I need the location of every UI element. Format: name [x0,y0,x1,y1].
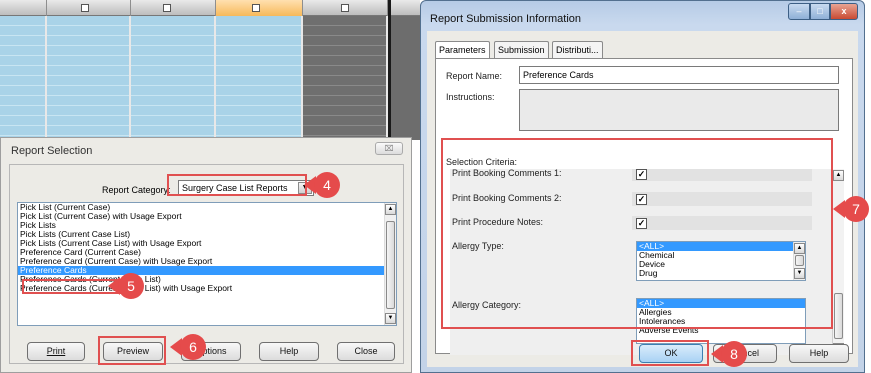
scrollbar-thumb[interactable] [386,221,395,309]
close-icon[interactable]: ⌧ [375,142,403,155]
grid-column [303,16,388,140]
grid-divider [388,0,391,140]
grid-column [216,16,303,140]
help-button[interactable]: Help [259,342,319,361]
highlight-report-category [167,174,307,196]
grid-header-cell [303,0,388,16]
column-checkbox[interactable] [252,4,260,12]
help-button-label: Help [279,346,299,356]
grid-column [47,16,131,140]
column-checkbox[interactable] [81,4,89,12]
step-8-badge: 8 [721,341,747,367]
report-category-label: Report Category: [102,185,171,195]
close-button-label: Close [354,346,378,356]
step-4-badge: 4 [314,172,340,198]
report-list-item[interactable]: Pick List (Current Case) with Usage Expo… [18,212,396,221]
scroll-down-icon[interactable]: ▼ [385,313,396,324]
print-button-label: Print [46,346,66,356]
print-button[interactable]: Print [27,342,85,361]
grid-header-cell [0,0,47,16]
highlight-preview-button [98,336,166,365]
column-checkbox[interactable] [163,4,171,12]
tab-parameters[interactable]: Parameters [435,41,490,59]
grid-column [131,16,216,140]
grid-header-cell-selected [216,0,303,16]
report-selection-title: Report Selection [11,145,93,157]
step-5-badge: 5 [118,273,144,299]
scroll-up-icon[interactable]: ▲ [833,170,844,181]
report-name-field[interactable]: Preference Cards [519,66,839,84]
instructions-field[interactable] [519,89,839,131]
step-6-badge: 6 [180,334,206,360]
background-grid [0,0,420,140]
scroll-up-icon[interactable]: ▲ [385,204,396,215]
instructions-label: Instructions: [446,92,495,102]
highlight-selection-criteria [441,138,833,329]
help-button[interactable]: Help [789,344,849,363]
highlight-ok-button [631,340,709,366]
column-checkbox[interactable] [341,4,349,12]
close-button[interactable]: Close [337,342,395,361]
step-7-badge: 7 [843,196,869,222]
selection-criteria-scrollbar[interactable]: ▲ ▼ [832,169,844,355]
minimize-icon[interactable]: – [788,3,810,20]
tab-submission[interactable]: Submission [494,41,549,58]
close-icon[interactable]: x [830,3,858,20]
grid-header [0,0,420,16]
help-button-label: Help [809,348,829,358]
grid-header-cell [47,0,131,16]
maximize-icon[interactable]: □ [810,3,830,20]
screenshot-stage: Report Selection ⌧ Report Category: Surg… [0,0,871,373]
report-submission-title: Report Submission Information [430,13,582,25]
report-list[interactable]: Pick List (Current Case) Pick List (Curre… [17,202,397,326]
scrollbar-thumb[interactable] [834,293,843,339]
report-selection-dialog: Report Selection ⌧ Report Category: Surg… [0,137,412,373]
window-controls: – □ x [788,3,858,21]
report-name-label: Report Name: [446,71,503,81]
tab-distribution[interactable]: Distributi... [552,41,603,58]
grid-column [0,16,47,140]
report-list-scrollbar[interactable]: ▲ ▼ [384,203,396,325]
grid-header-cell [131,0,216,16]
